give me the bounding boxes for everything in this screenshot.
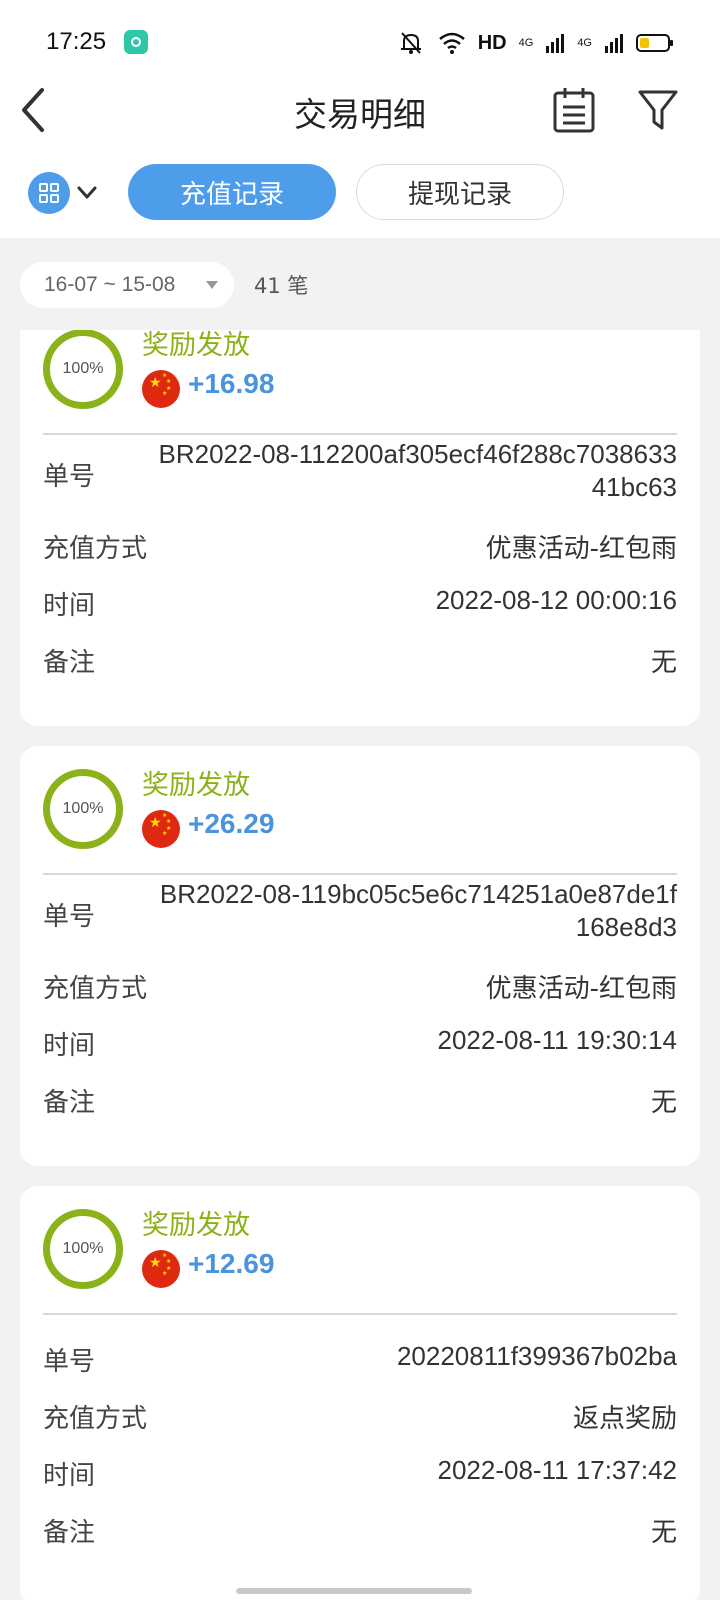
time-value: 2022-08-11 17:37:42	[437, 1455, 678, 1485]
record-amount: +26.29	[188, 808, 275, 839]
order-no-value: 20220811f399367b02ba	[396, 1341, 677, 1371]
status-icons: HD 4G 4G	[396, 28, 673, 58]
grid-icon	[28, 172, 70, 214]
record-card[interactable]: 100% 奖励发放 ★ ★ ★ ★ ★ +12.69 单号 20220811f3…	[20, 1186, 700, 1600]
date-range-select[interactable]: 16-07 ~ 15-08	[20, 262, 234, 308]
record-card[interactable]: 100% 奖励发放 ★ ★ ★ ★ ★ +16.98 单号 BR2022-08-…	[20, 330, 700, 726]
order-no-label: 单号	[43, 1347, 96, 1377]
record-count: 41 笔	[254, 274, 309, 298]
order-no-value: BR2022-08-112200af305ecf46f288c703863341…	[158, 439, 677, 502]
tab-bar: 充值记录 提现记录	[0, 164, 720, 224]
record-card[interactable]: 100% 奖励发放 ★ ★ ★ ★ ★ +26.29 单号 BR2022-08-…	[20, 746, 700, 1166]
record-title: 奖励发放	[142, 1210, 250, 1241]
order-no-label: 单号	[43, 902, 96, 932]
home-indicator[interactable]	[236, 1588, 472, 1594]
divider	[43, 433, 677, 435]
divider	[43, 1313, 677, 1315]
note-label: 备注	[43, 1518, 96, 1548]
divider	[43, 873, 677, 875]
mute-bell-icon	[400, 32, 421, 54]
status-time: 17:25	[46, 28, 107, 55]
progress-ring: 100%	[43, 330, 123, 409]
progress-ring: 100%	[43, 769, 123, 849]
note-value: 无	[650, 648, 677, 678]
method-label: 充值方式	[43, 1404, 148, 1434]
time-value: 2022-08-11 19:30:14	[437, 1025, 678, 1055]
caret-down-icon	[206, 281, 218, 289]
record-list[interactable]: 100% 奖励发放 ★ ★ ★ ★ ★ +16.98 单号 BR2022-08-…	[0, 330, 720, 1600]
progress-value: 100%	[62, 800, 104, 817]
chevron-down-icon	[77, 186, 97, 199]
note-label: 备注	[43, 1088, 96, 1118]
note-label: 备注	[43, 648, 96, 678]
calendar-icon[interactable]	[552, 86, 596, 134]
network-type-1: 4G	[518, 37, 534, 49]
signal-icon-1	[546, 34, 565, 53]
progress-value: 100%	[62, 360, 104, 377]
tab-deposit-records[interactable]: 充值记录	[128, 164, 336, 220]
network-type-2: 4G	[577, 37, 592, 49]
china-flag-icon: ★ ★ ★ ★ ★	[142, 810, 180, 848]
hd-indicator: HD	[477, 31, 507, 54]
record-title: 奖励发放	[142, 330, 250, 361]
category-dropdown[interactable]	[28, 172, 108, 216]
method-label: 充值方式	[43, 534, 148, 564]
method-value: 返点奖励	[572, 1404, 677, 1434]
time-label: 时间	[43, 1031, 96, 1061]
page-title: 交易明细	[294, 95, 426, 134]
method-value: 优惠活动-红包雨	[485, 974, 677, 1004]
record-amount: +16.98	[188, 368, 275, 399]
progress-ring: 100%	[43, 1209, 123, 1289]
time-label: 时间	[43, 591, 96, 621]
signal-icon-2	[605, 34, 623, 53]
method-label: 充值方式	[43, 974, 148, 1004]
order-no-label: 单号	[43, 462, 96, 492]
date-range-value: 16-07 ~ 15-08	[44, 273, 176, 296]
time-value: 2022-08-12 00:00:16	[435, 585, 677, 615]
wifi-icon	[438, 32, 465, 54]
top-panel: 17:25 HD 4G 4G 交易明细 充值记录 提现记录	[0, 0, 720, 238]
app-header: 交易明细	[0, 70, 720, 150]
record-amount: +12.69	[188, 1248, 275, 1279]
filter-icon[interactable]	[636, 86, 680, 134]
record-title: 奖励发放	[142, 770, 250, 801]
tab-withdraw-records[interactable]: 提现记录	[356, 164, 564, 220]
app-notification-icon	[124, 30, 148, 54]
method-value: 优惠活动-红包雨	[485, 534, 677, 564]
china-flag-icon: ★ ★ ★ ★ ★	[142, 370, 180, 408]
progress-value: 100%	[62, 1240, 104, 1257]
time-label: 时间	[43, 1461, 96, 1491]
note-value: 无	[650, 1518, 677, 1548]
order-no-value: BR2022-08-119bc05c5e6c714251a0e87de1f168…	[159, 879, 677, 942]
battery-icon	[636, 34, 673, 52]
china-flag-icon: ★ ★ ★ ★ ★	[142, 1250, 180, 1288]
note-value: 无	[650, 1088, 677, 1118]
